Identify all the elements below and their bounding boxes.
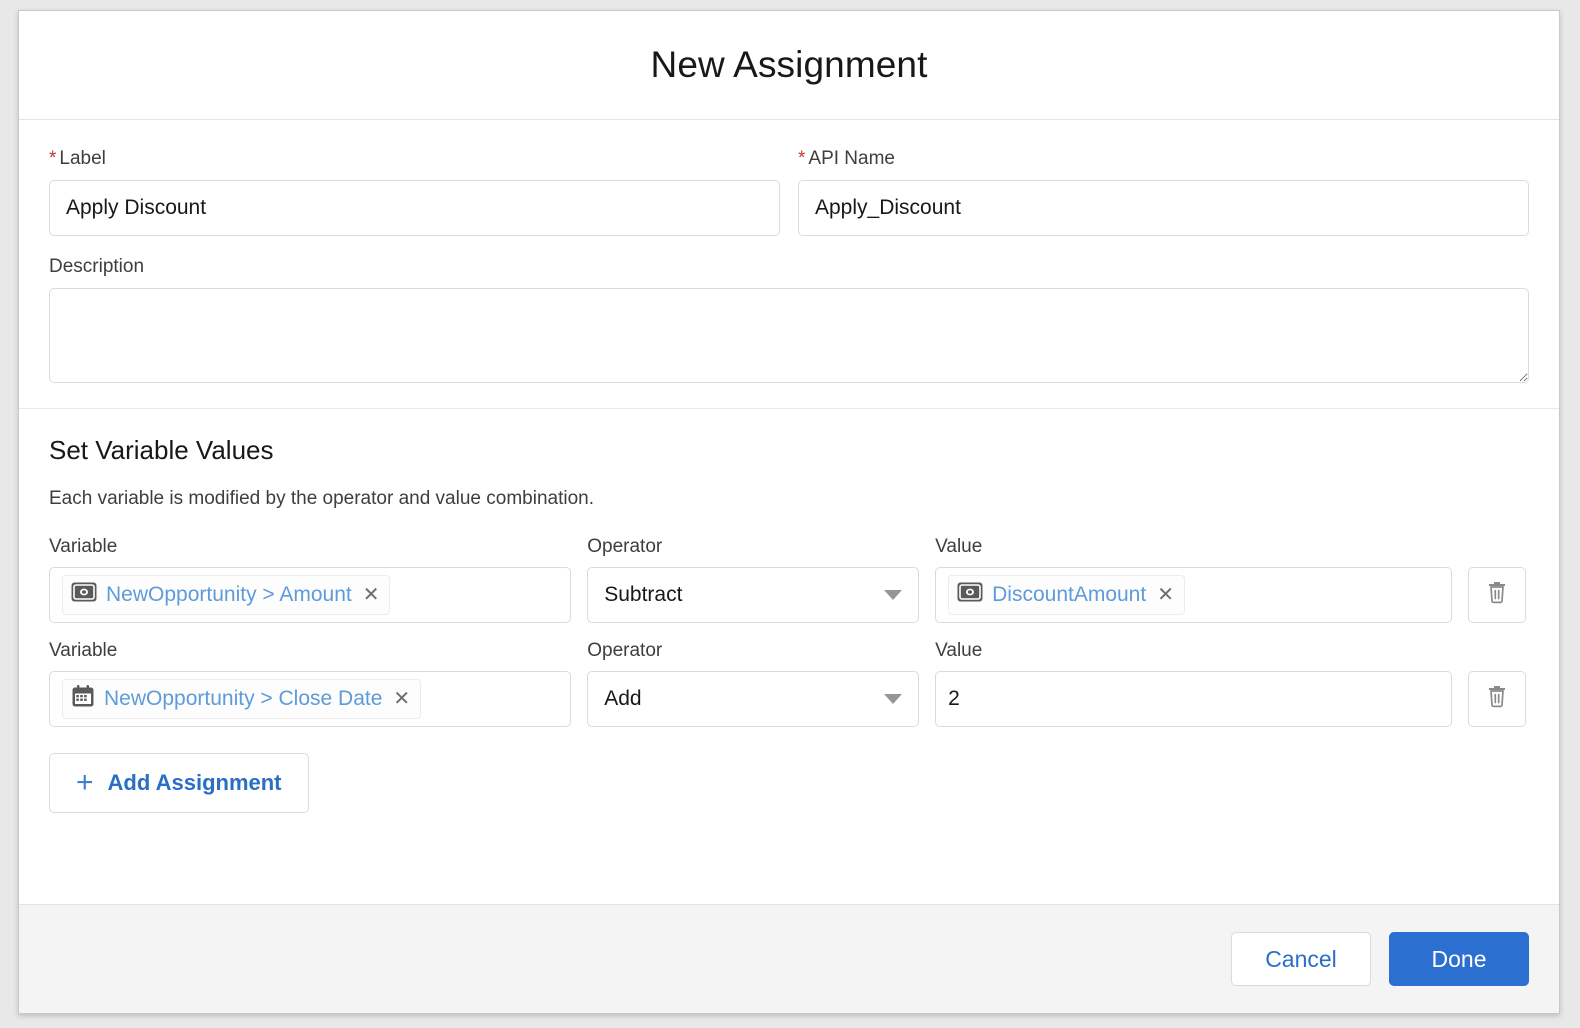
dialog-header: New Assignment (19, 11, 1559, 120)
chevron-down-icon (884, 694, 902, 704)
value-column-header: Value (935, 536, 1452, 558)
value-combobox[interactable]: 2 (935, 671, 1452, 727)
required-asterisk-icon: * (49, 148, 56, 169)
section-subtext: Each variable is modified by the operato… (49, 488, 1529, 510)
description-field-group: Description (49, 256, 1529, 388)
remove-variable-icon[interactable]: ✕ (363, 585, 380, 605)
cancel-button[interactable]: Cancel (1231, 932, 1371, 986)
api-name-field-label-text: API Name (808, 148, 895, 169)
operator-selected-value: Add (604, 687, 641, 711)
add-assignment-label: Add Assignment (108, 770, 282, 796)
variable-cell: Variable (49, 640, 571, 727)
remove-variable-icon[interactable]: ✕ (393, 689, 410, 709)
assignment-row: Variable NewOpportunit (49, 536, 1529, 623)
operator-selected-value: Subtract (604, 583, 682, 607)
value-combobox[interactable]: DiscountAmount ✕ (935, 567, 1452, 623)
api-name-field-label: *API Name (798, 148, 1529, 171)
required-asterisk-icon: * (798, 148, 805, 169)
label-field-group: *Label (49, 148, 780, 236)
variable-cell: Variable NewOpportunit (49, 536, 571, 623)
remove-value-icon[interactable]: ✕ (1157, 585, 1174, 605)
variable-combobox[interactable]: NewOpportunity > Amount ✕ (49, 567, 571, 623)
trash-icon (1486, 684, 1508, 713)
api-name-input[interactable] (798, 180, 1529, 236)
section-heading: Set Variable Values (49, 435, 1529, 466)
api-name-field-group: *API Name (798, 148, 1529, 236)
variable-column-header: Variable (49, 640, 571, 662)
label-input[interactable] (49, 180, 780, 236)
operator-column-header: Operator (587, 536, 919, 558)
delete-cell (1468, 567, 1529, 623)
operator-cell: Operator Subtract (587, 536, 919, 623)
description-textarea[interactable] (49, 288, 1529, 383)
label-apiname-row: *Label *API Name (49, 148, 1529, 236)
page-title: New Assignment (651, 44, 928, 86)
general-info-section: *Label *API Name Description (19, 120, 1559, 409)
label-field-label: *Label (49, 148, 780, 171)
operator-cell: Operator Add (587, 640, 919, 727)
description-field-label: Description (49, 256, 1529, 279)
variable-pill[interactable]: NewOpportunity > Close Date ✕ (62, 679, 421, 719)
dialog-footer: Cancel Done (19, 904, 1559, 1013)
operator-select[interactable]: Add (587, 671, 919, 727)
calendar-icon (71, 684, 95, 713)
value-pill[interactable]: DiscountAmount ✕ (948, 575, 1185, 615)
trash-icon (1486, 580, 1508, 609)
variable-pill-label: NewOpportunity > Amount (106, 583, 352, 607)
variable-pill[interactable]: NewOpportunity > Amount ✕ (62, 575, 390, 615)
label-field-label-text: Label (59, 148, 106, 169)
delete-cell (1468, 671, 1529, 727)
add-assignment-button[interactable]: + Add Assignment (49, 753, 309, 813)
assignment-row: Variable (49, 640, 1529, 727)
value-text: 2 (948, 687, 960, 711)
currency-icon (957, 582, 983, 607)
dialog-body: *Label *API Name Description Set Variabl… (19, 120, 1559, 904)
variable-combobox[interactable]: NewOpportunity > Close Date ✕ (49, 671, 571, 727)
plus-icon: + (76, 768, 94, 798)
done-button[interactable]: Done (1389, 932, 1529, 986)
operator-select[interactable]: Subtract (587, 567, 919, 623)
new-assignment-dialog: New Assignment *Label *API Name Descript… (18, 10, 1560, 1014)
operator-column-header: Operator (587, 640, 919, 662)
set-variable-values-section: Set Variable Values Each variable is mod… (19, 409, 1559, 813)
value-pill-label: DiscountAmount (992, 583, 1146, 607)
variable-pill-label: NewOpportunity > Close Date (104, 687, 382, 711)
value-cell: Value DiscountAmount (935, 536, 1452, 623)
chevron-down-icon (884, 590, 902, 600)
variable-column-header: Variable (49, 536, 571, 558)
currency-icon (71, 582, 97, 607)
delete-assignment-button[interactable] (1468, 567, 1526, 623)
delete-assignment-button[interactable] (1468, 671, 1526, 727)
value-column-header: Value (935, 640, 1452, 662)
value-cell: Value 2 (935, 640, 1452, 727)
